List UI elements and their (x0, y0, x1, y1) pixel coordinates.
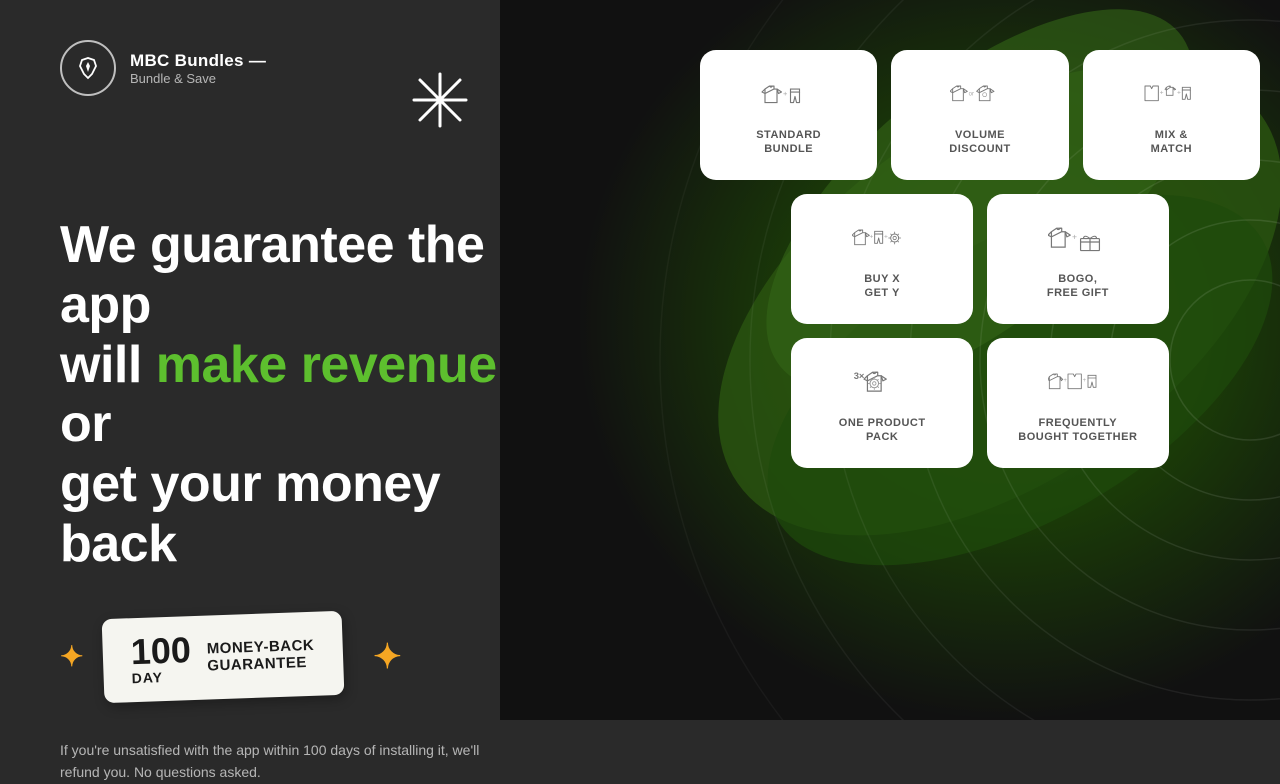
logo-text: MBC Bundles — Bundle & Save (130, 51, 266, 86)
heading-highlight: make revenue (156, 336, 497, 394)
logo-area: MBC Bundles — Bundle & Save (60, 40, 560, 96)
card-icon-mix-match: + + (1141, 78, 1201, 118)
svg-text:or: or (969, 91, 974, 97)
card-mix-match: + + MIX &MATCH (1083, 50, 1260, 180)
card-icon-buy-x-get-y: + + (852, 222, 912, 262)
heading-line3: get your money back (60, 455, 440, 573)
svg-text:+: + (783, 88, 788, 97)
card-icon-bogo-free-gift: + (1048, 222, 1108, 262)
badge-number-area: 100 DAY (131, 632, 193, 686)
card-icon-one-product-pack: 3× (852, 366, 912, 406)
svg-text:+: + (1177, 89, 1181, 96)
card-bogo-free-gift: + BOGO,FREE GIFT (987, 194, 1169, 324)
cards-row1: + STANDARDBUNDLE or (700, 50, 1260, 180)
footer-text: If you're unsatisfied with the app withi… (60, 739, 500, 784)
heading-line2-end: or (60, 395, 111, 453)
heading-line2-start: will (60, 336, 156, 394)
badge-number: 100 (131, 632, 192, 670)
cards-row2: + + BUY XGET Y (700, 194, 1260, 324)
card-label-volume-discount: VOLUMEDISCOUNT (949, 128, 1010, 157)
svg-text:+: + (870, 233, 874, 240)
card-icon-standard-bundle: + (759, 78, 819, 118)
card-buy-x-get-y: + + BUY XGET Y (791, 194, 973, 324)
main-heading: We guarantee the app will make revenue o… (60, 216, 560, 575)
card-label-standard-bundle: STANDARDBUNDLE (756, 128, 821, 157)
card-icon-volume-discount: or (950, 78, 1010, 118)
card-label-mix-match: MIX &MATCH (1151, 128, 1192, 157)
badge-day: DAY (132, 669, 164, 686)
card-one-product-pack: 3× ONE PRODUCTPACK (791, 338, 973, 468)
badge-line2: GUARANTEE (208, 654, 316, 675)
guarantee-area: ✦ 100 DAY MONEY-BACK GUARANTEE ✦ (60, 615, 560, 699)
brand-title: MBC Bundles — (130, 51, 266, 71)
heading-line1: We guarantee the app (60, 216, 484, 334)
star-decoration-right: ✦ (373, 637, 402, 677)
card-icon-frequently-bought-together: + + (1048, 366, 1108, 406)
svg-text:+: + (1082, 378, 1086, 384)
card-volume-discount: or VOLUMEDISCOUNT (891, 50, 1068, 180)
card-label-one-product-pack: ONE PRODUCTPACK (839, 416, 926, 445)
guarantee-badge: 100 DAY MONEY-BACK GUARANTEE (102, 611, 344, 703)
badge-text-area: MONEY-BACK GUARANTEE (207, 637, 316, 675)
svg-text:+: + (884, 233, 888, 240)
logo-circle (60, 40, 116, 96)
left-panel: MBC Bundles — Bundle & Save We guarantee… (0, 0, 620, 720)
card-frequently-bought-together: + + FREQUENTLYBOUGHT TOGETHER (987, 338, 1169, 468)
card-label-buy-x-get-y: BUY XGET Y (864, 272, 900, 301)
brand-subtitle: Bundle & Save (130, 71, 266, 86)
right-panel: + STANDARDBUNDLE or (700, 50, 1260, 468)
svg-text:+: + (1063, 378, 1067, 384)
card-standard-bundle: + STANDARDBUNDLE (700, 50, 877, 180)
svg-text:3×: 3× (854, 370, 865, 381)
star-decoration-left: ✦ (60, 640, 83, 673)
cards-row3: 3× ONE PRODUCTPACK (700, 338, 1260, 468)
card-label-bogo-free-gift: BOGO,FREE GIFT (1047, 272, 1109, 301)
logo-icon (74, 54, 102, 82)
card-label-frequently-bought-together: FREQUENTLYBOUGHT TOGETHER (1018, 416, 1137, 445)
svg-text:+: + (1072, 231, 1077, 241)
svg-text:+: + (1160, 89, 1164, 96)
